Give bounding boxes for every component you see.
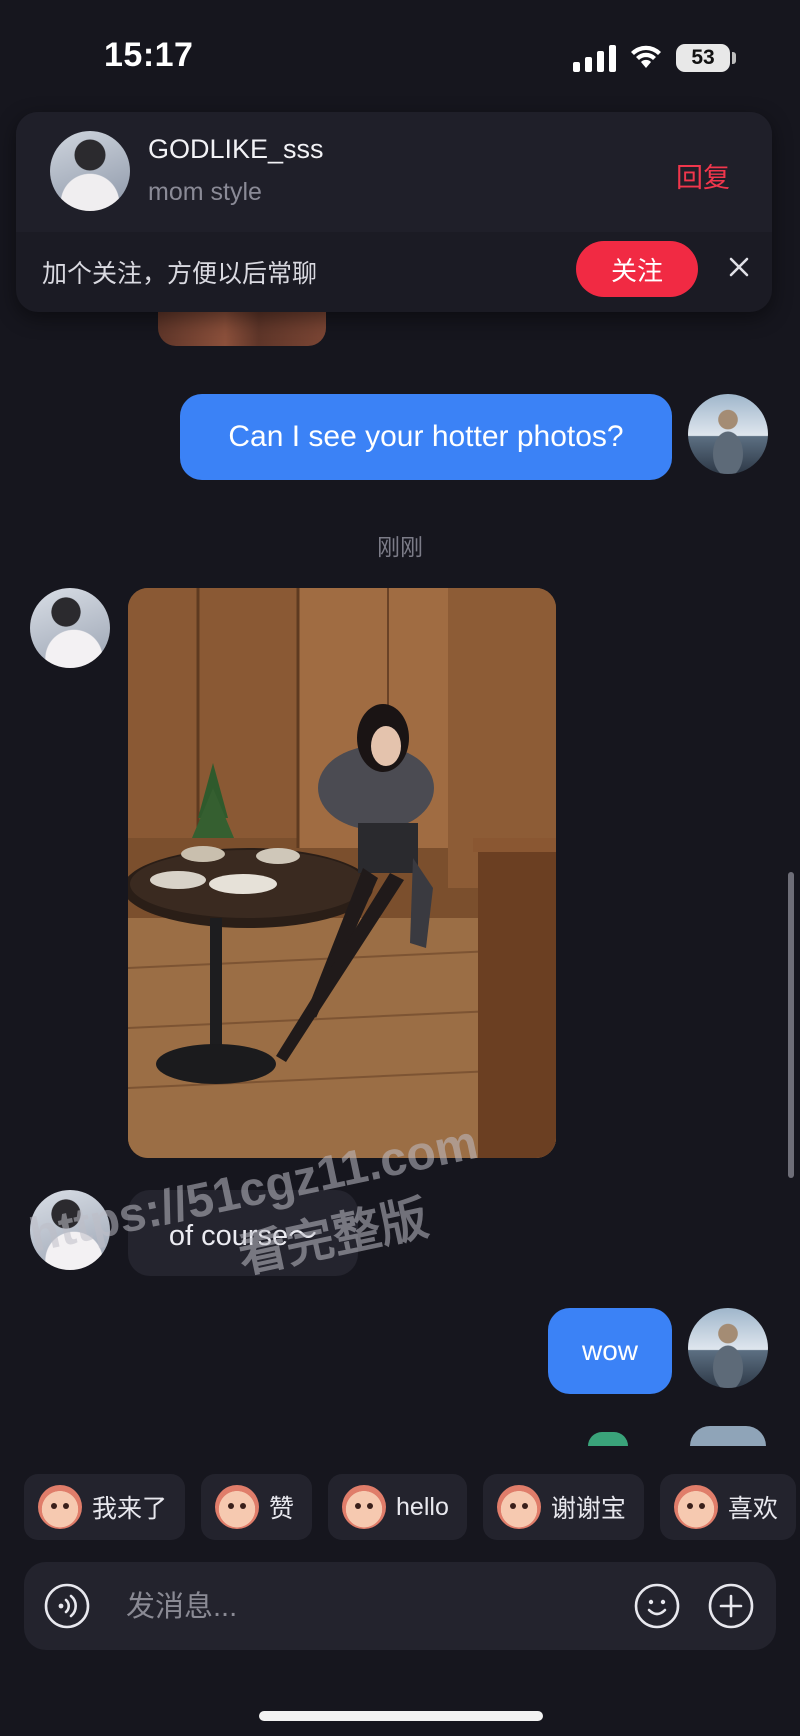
status-time: 15:17 xyxy=(104,36,194,74)
follow-button[interactable]: 关注 xyxy=(576,241,698,297)
close-icon[interactable] xyxy=(724,252,754,282)
outgoing-message-bubble[interactable]: Can I see your hotter photos? xyxy=(180,394,672,480)
quick-reply-chip[interactable]: 赞 xyxy=(201,1474,313,1540)
home-indicator[interactable] xyxy=(259,1711,543,1721)
sticker-icon xyxy=(496,1485,541,1529)
quick-reply-label: 喜欢 xyxy=(727,1495,778,1523)
battery-tip xyxy=(732,52,736,64)
quick-reply-bar: 我来了 赞 hello 谢谢宝 喜欢 xyxy=(24,1474,796,1540)
quick-reply-chip[interactable]: hello xyxy=(328,1474,467,1540)
sticker-icon xyxy=(38,1485,82,1529)
message-text: wow xyxy=(581,1335,638,1366)
my-avatar[interactable] xyxy=(688,394,768,474)
voice-icon[interactable] xyxy=(44,1583,90,1629)
reply-button[interactable]: 回复 xyxy=(676,156,730,195)
contact-avatar[interactable] xyxy=(30,588,110,668)
scrollbar-thumb[interactable] xyxy=(788,872,794,1178)
message-text: Can I see your hotter photos? xyxy=(228,420,624,453)
quick-reply-chip[interactable]: 谢谢宝 xyxy=(482,1474,644,1540)
quick-reply-label: 我来了 xyxy=(92,1495,168,1523)
sticker-icon xyxy=(215,1485,260,1529)
my-avatar[interactable] xyxy=(688,1308,768,1388)
my-avatar-partial xyxy=(690,1426,766,1446)
notification-username: GODLIKE_sss xyxy=(148,134,324,164)
battery-icon: 53 xyxy=(676,44,730,72)
sticker-icon xyxy=(673,1485,718,1529)
wifi-icon xyxy=(631,45,661,68)
quick-reply-label: 谢谢宝 xyxy=(550,1495,626,1523)
quick-reply-label: 赞 xyxy=(269,1495,295,1523)
emoji-icon[interactable] xyxy=(634,1583,680,1629)
message-input[interactable] xyxy=(124,1584,608,1630)
quick-reply-label: hello xyxy=(396,1492,449,1521)
cellular-signal-icon xyxy=(573,44,616,72)
sticker-message-partial xyxy=(588,1432,628,1446)
photo-message[interactable] xyxy=(128,588,556,1158)
notification-avatar[interactable] xyxy=(50,131,130,211)
sticker-icon xyxy=(342,1485,387,1529)
quick-reply-chip[interactable]: 喜欢 xyxy=(659,1474,796,1540)
sticker-message-partial xyxy=(158,312,326,346)
plus-icon[interactable] xyxy=(708,1583,754,1629)
notification-preview: mom style xyxy=(148,178,262,206)
outgoing-message-bubble[interactable]: wow xyxy=(548,1308,672,1394)
quick-reply-chip[interactable]: 我来了 xyxy=(24,1474,186,1540)
follow-hint-text: 加个关注，方便以后常聊 xyxy=(42,260,318,288)
photo-image xyxy=(128,588,556,1158)
time-separator: 刚刚 xyxy=(377,534,423,560)
